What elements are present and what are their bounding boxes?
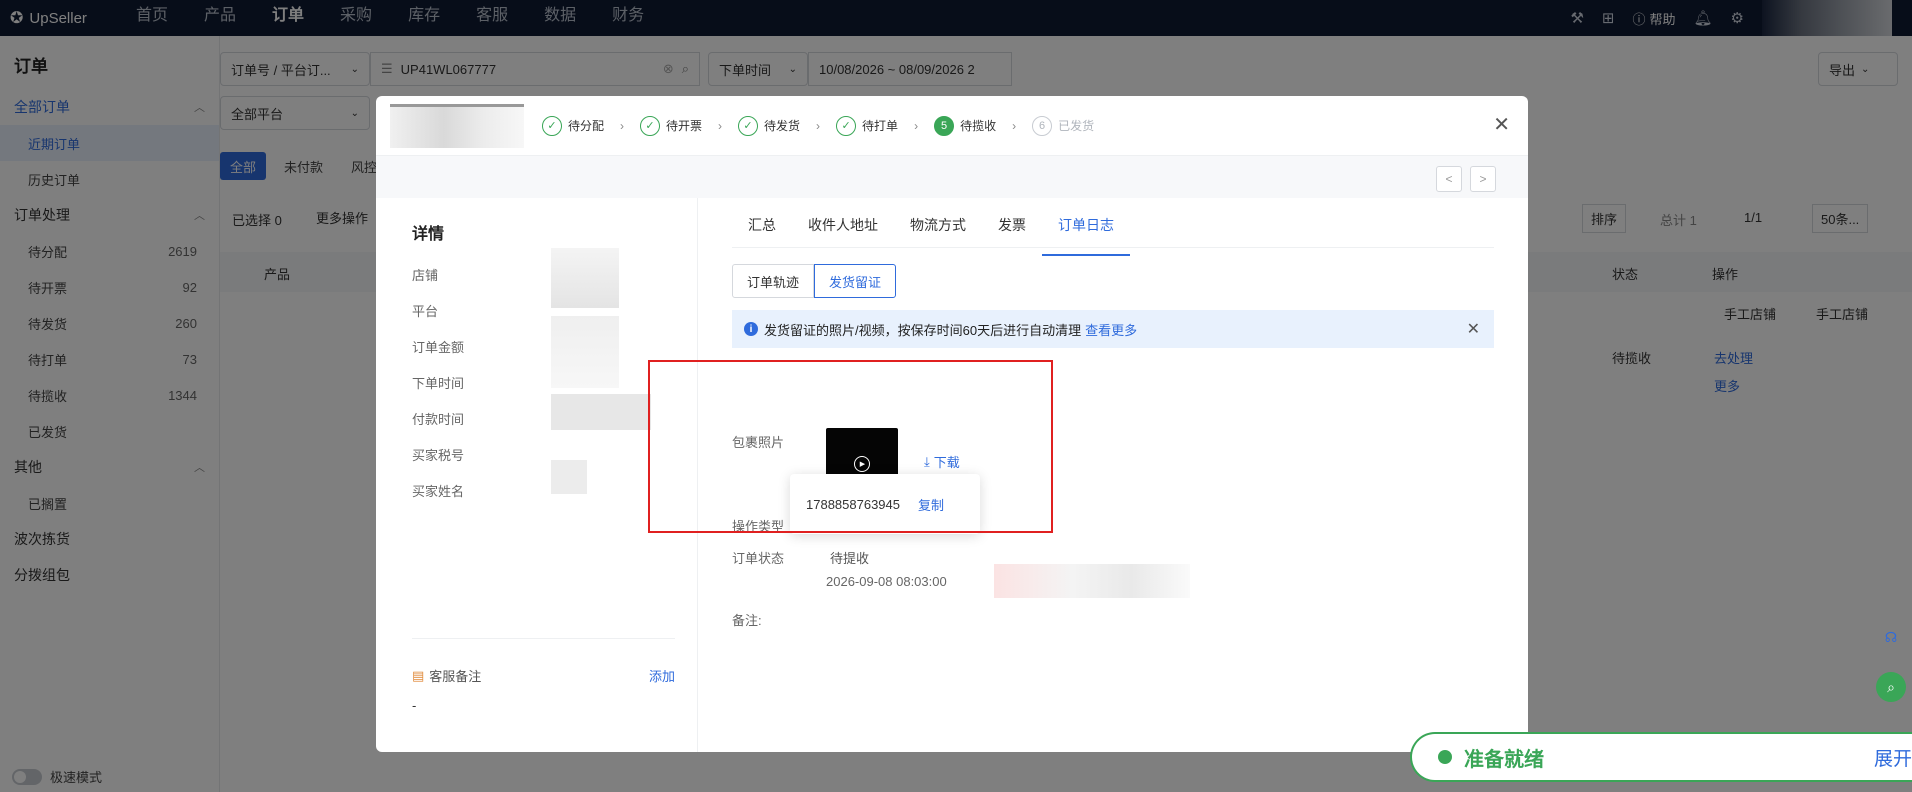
log-segment: 订单轨迹 发货留证 (732, 264, 1494, 298)
detail-row-label: 平台 (412, 303, 439, 319)
check-icon: ✓ (836, 115, 857, 136)
redacted-value (551, 316, 619, 388)
modal-header: ✓ 待分配 › ✓ 待开票 › ✓ 待发货 › ✓ 待打单 › 5 待揽收 › 6 已发货 ✕ (376, 96, 1528, 156)
see-more-link[interactable]: 查看更多 (1085, 320, 1137, 339)
chevron-right-icon: › (816, 118, 821, 133)
remark-label: 备注: (732, 613, 762, 628)
detail-row-label: 买家姓名 (412, 483, 465, 499)
log-time: 2026-09-08 08:03:00 (826, 574, 947, 589)
seg-shipping-proof[interactable]: 发货留证 (814, 264, 897, 298)
step-label: 已发货 (1058, 119, 1095, 133)
tab-item[interactable]: 订单日志 (1042, 210, 1130, 256)
step-label: 待揽收 (960, 119, 997, 133)
add-note-link[interactable]: 添加 (649, 666, 675, 685)
redacted-operator (994, 564, 1190, 598)
service-note-row: ▤ 客服备注 添加 (412, 666, 675, 685)
seg-order-track[interactable]: 订单轨迹 (732, 264, 815, 298)
order-steps: ✓ 待分配 › ✓ 待开票 › ✓ 待发货 › ✓ 待打单 › 5 待揽收 › 6 已发货 (542, 115, 1095, 136)
chevron-right-icon: › (914, 118, 919, 133)
step-item: ✓ 待开票 (640, 115, 703, 136)
prev-order-button[interactable]: < (1436, 166, 1462, 192)
service-note-value: - (412, 698, 417, 713)
chevron-right-icon: › (718, 118, 723, 133)
product-thumbnail (390, 103, 524, 148)
check-icon: ✓ (738, 115, 759, 136)
step-item: 6 已发货 (1032, 115, 1095, 136)
pager-row: < > (376, 156, 1528, 198)
order-status-value: 待提收 (830, 551, 870, 566)
order-status-label: 订单状态 (732, 551, 785, 566)
detail-title: 详情 (412, 226, 445, 243)
redacted-value (551, 248, 619, 308)
step-label: 待开票 (666, 119, 703, 133)
chevron-right-icon: › (620, 118, 625, 133)
step-number: 5 (934, 115, 955, 136)
detail-rows: 店铺 平台 订单金额 下单时间 付款时间 买家税号 买家姓名 (412, 256, 661, 508)
service-note-label: ▤ 客服备注 (412, 666, 481, 685)
ready-text: 准备就绪 (1464, 748, 1544, 771)
check-icon: ✓ (640, 115, 661, 136)
status-dot-icon (1438, 750, 1452, 764)
step-number: 6 (1032, 115, 1053, 136)
service-note-text: 客服备注 (429, 669, 482, 684)
close-banner-icon[interactable]: ✕ (1467, 319, 1480, 339)
redacted-value (551, 394, 651, 430)
step-item: ✓ 待分配 (542, 115, 605, 136)
expand-link[interactable]: 展开 (1874, 744, 1912, 771)
step-label: 待发货 (764, 119, 801, 133)
info-text: 发货留证的照片/视频，按保存时间60天后进行自动清理 (764, 322, 1082, 338)
chevron-right-icon: › (1012, 118, 1017, 133)
info-banner: i 发货留证的照片/视频，按保存时间60天后进行自动清理 查看更多 ✕ (732, 310, 1494, 348)
step-item: ✓ 待发货 (738, 115, 801, 136)
tab-item[interactable]: 发票 (982, 210, 1042, 247)
step-label: 待打单 (862, 119, 899, 133)
detail-row-label: 店铺 (412, 267, 439, 283)
headset-icon[interactable]: ☊ (1876, 622, 1906, 652)
tab-item[interactable]: 收件人地址 (792, 210, 894, 247)
highlight-box (648, 360, 1053, 533)
redacted-value (551, 460, 587, 494)
detail-row-label: 订单金额 (412, 339, 465, 355)
next-order-button[interactable]: > (1470, 166, 1496, 192)
step-item: 5 待揽收 (934, 115, 997, 136)
step-item: ✓ 待打单 (836, 115, 899, 136)
search-circle-icon[interactable]: ⌕ (1876, 672, 1906, 702)
tab-item[interactable]: 汇总 (732, 210, 792, 247)
step-label: 待分配 (568, 119, 605, 133)
note-icon: ▤ (412, 667, 425, 683)
detail-tabs: 汇总 收件人地址 物流方式 发票 订单日志 (732, 210, 1494, 256)
tab-item[interactable]: 物流方式 (894, 210, 982, 247)
info-icon: i (744, 322, 758, 336)
detail-row-label: 买家税号 (412, 447, 465, 463)
close-icon[interactable]: ✕ (1493, 112, 1510, 137)
detail-divider (412, 638, 675, 639)
ready-status-bar: 准备就绪 展开 (1410, 732, 1912, 782)
check-icon: ✓ (542, 115, 562, 136)
